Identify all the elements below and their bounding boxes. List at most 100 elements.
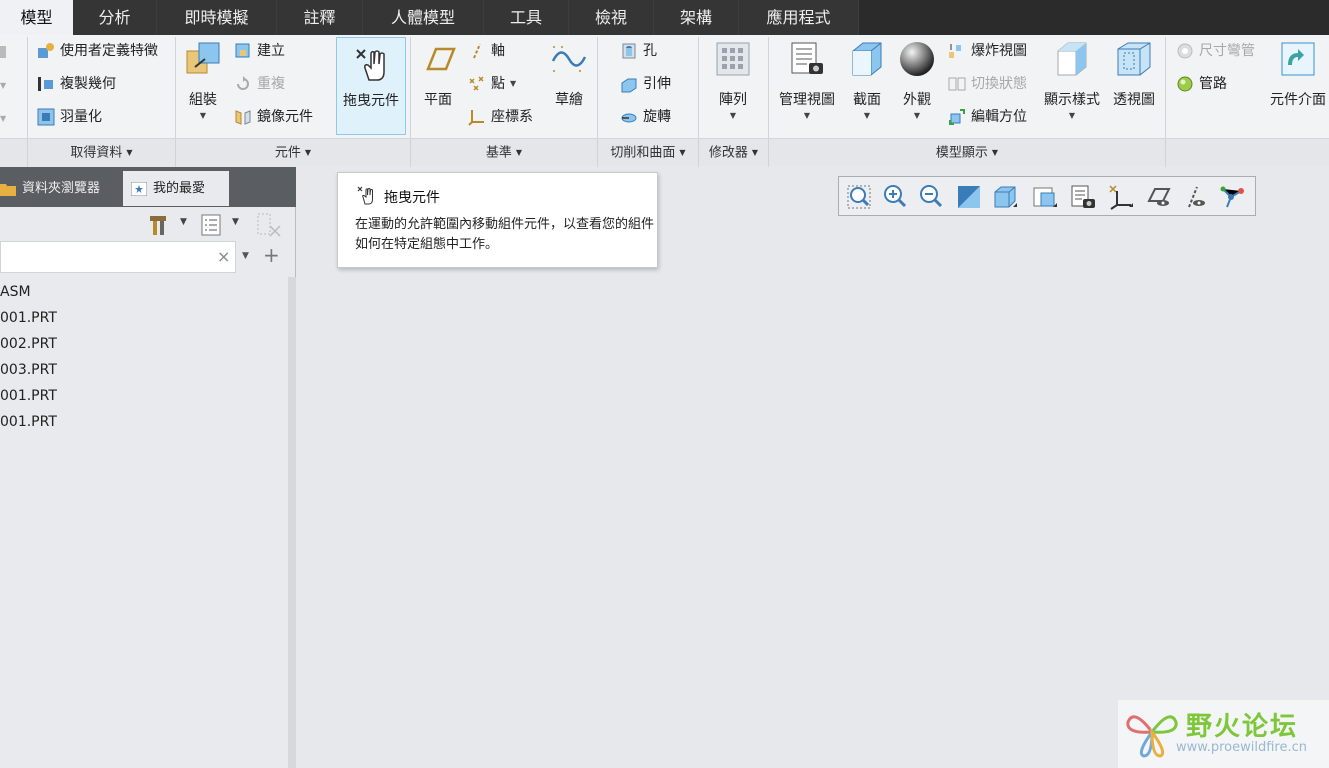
perspective-icon	[1117, 42, 1151, 76]
group-components[interactable]: 元件 ▼	[176, 139, 410, 167]
drag-components-button[interactable]: 拖曳元件	[336, 37, 406, 135]
group-get-data[interactable]: 取得資料 ▼	[28, 139, 175, 167]
section-button[interactable]: 截面 ▼	[846, 39, 888, 120]
appearance-dropdown-icon[interactable]: ▼	[896, 111, 938, 120]
axis-button[interactable]: 軸	[468, 40, 505, 62]
separator	[597, 139, 598, 167]
repaint-icon[interactable]	[955, 183, 983, 211]
hole-button[interactable]: 孔	[620, 40, 657, 62]
settings-dropdown-icon[interactable]: ▼	[232, 217, 239, 227]
assemble-button[interactable]: 組裝 ▼	[180, 39, 226, 120]
coordinate-system-button[interactable]: 座標系	[468, 106, 533, 128]
group-model-display[interactable]: 模型顯示 ▼	[769, 139, 1165, 167]
tools-dropdown-icon[interactable]: ▼	[180, 217, 187, 227]
drag-hand-icon	[356, 49, 385, 81]
component-interface-icon	[1281, 42, 1315, 76]
refit-icon[interactable]	[845, 183, 873, 211]
revolve-icon	[621, 113, 637, 123]
tab-model[interactable]: 模型	[0, 0, 73, 35]
clear-search-icon[interactable]: ×	[217, 247, 230, 266]
tab-folder-browser[interactable]: 資料夾瀏覽器	[0, 171, 121, 206]
chevron-down-icon: ▼	[991, 148, 999, 157]
tools-icon[interactable]	[148, 214, 168, 236]
tree-item[interactable]: 001.PRT	[0, 383, 288, 409]
zoom-in-icon[interactable]	[881, 183, 909, 211]
plane-button[interactable]: 平面	[416, 39, 460, 109]
tree-item[interactable]: 002.PRT	[0, 331, 288, 357]
component-interface-button[interactable]: 元件介面	[1266, 39, 1329, 109]
explode-view-button[interactable]: 爆炸視圖	[948, 40, 1027, 62]
group-modifiers-label: 修改器	[708, 145, 748, 161]
revolve-button[interactable]: 旋轉	[620, 106, 671, 128]
section-dropdown-icon[interactable]: ▼	[846, 111, 888, 120]
tree-item[interactable]: ASM	[0, 279, 288, 305]
separator	[175, 139, 176, 167]
tab-manikin[interactable]: 人體模型	[363, 0, 484, 35]
display-style-icon	[1057, 42, 1087, 76]
tab-annotate[interactable]: 註釋	[277, 0, 363, 35]
watermark-title: 野火论坛	[1186, 712, 1299, 742]
sketch-button[interactable]: 草繪	[548, 39, 590, 109]
manage-views-dropdown-icon[interactable]: ▼	[776, 111, 838, 120]
repeat-label: 重複	[257, 76, 285, 92]
shrinkwrap-button[interactable]: 羽量化	[37, 106, 102, 128]
copy-geometry-button[interactable]: 複製幾何	[37, 73, 116, 95]
piping-button[interactable]: 管路	[1176, 73, 1227, 95]
perspective-button[interactable]: 透視圖	[1110, 39, 1158, 109]
tab-view[interactable]: 檢視	[569, 0, 654, 35]
display-style-button[interactable]: 顯示樣式 ▼	[1040, 39, 1104, 120]
group-modifiers[interactable]: 修改器 ▼	[699, 139, 768, 167]
model-tree: ASM 001.PRT 002.PRT 003.PRT 001.PRT 001.…	[0, 279, 288, 435]
repeat-button[interactable]: 重複	[234, 73, 285, 95]
group-cut-surface[interactable]: 切削和曲面 ▼	[598, 139, 698, 167]
manage-views-icon	[791, 42, 823, 74]
appearance-button[interactable]: 外觀 ▼	[896, 39, 938, 120]
plane-display-icon[interactable]	[1145, 183, 1173, 211]
csys-label: 座標系	[491, 109, 533, 125]
create-label: 建立	[257, 43, 285, 59]
tree-item[interactable]: 001.PRT	[0, 305, 288, 331]
create-button[interactable]: 建立	[234, 40, 285, 62]
navigator-scrollbar[interactable]	[288, 277, 296, 768]
point-dropdown-icon[interactable]: ▼	[510, 79, 516, 88]
tree-item[interactable]: 001.PRT	[0, 409, 288, 435]
mirror-component-button[interactable]: 鏡像元件	[234, 106, 313, 128]
dimension-bend-button[interactable]: 尺寸彎管	[1176, 40, 1255, 62]
extrude-button[interactable]: 引伸	[620, 73, 671, 95]
axis-display-icon[interactable]	[1181, 183, 1209, 211]
display-style-dropdown-icon[interactable]: ▼	[1040, 111, 1104, 120]
group-datum[interactable]: 基準 ▼	[411, 139, 597, 167]
display-style-label: 顯示樣式	[1044, 92, 1100, 108]
spin-center-icon[interactable]	[1217, 183, 1245, 211]
saved-orientations-icon[interactable]	[991, 183, 1019, 211]
point-button[interactable]: 點 ▼	[468, 73, 516, 95]
assemble-dropdown-icon[interactable]: ▼	[180, 111, 226, 120]
navigator-search-input[interactable]: ×	[0, 241, 236, 273]
edit-position-button[interactable]: 編輯方位	[948, 106, 1027, 128]
view-manager-icon[interactable]	[1031, 183, 1059, 211]
favorites-label: 我的最愛	[153, 181, 206, 196]
tree-item[interactable]: 003.PRT	[0, 357, 288, 383]
tab-favorites[interactable]: 我的最愛	[123, 171, 229, 206]
search-dropdown-icon[interactable]: ▼	[242, 251, 249, 261]
manage-views-button[interactable]: 管理視圖 ▼	[776, 39, 838, 120]
drag-hand-icon	[357, 186, 373, 205]
graphics-toolbar	[838, 176, 1256, 216]
tab-analysis[interactable]: 分析	[73, 0, 157, 35]
pattern-dropdown-icon[interactable]: ▼	[710, 111, 756, 120]
tab-live-simulation[interactable]: 即時模擬	[157, 0, 277, 35]
ribbon-group-bar: 取得資料 ▼ 元件 ▼ 基準 ▼ 切削和曲面 ▼ 修改器 ▼ 模型顯示 ▼	[0, 138, 1329, 167]
piping-label: 管路	[1199, 76, 1227, 92]
toggle-status-button[interactable]: 切換狀態	[948, 73, 1027, 95]
user-defined-feature-button[interactable]: 使用者定義特徵	[37, 40, 158, 62]
datum-display-icon[interactable]	[1107, 183, 1135, 211]
show-settings-icon[interactable]	[201, 214, 221, 236]
tab-applications[interactable]: 應用程式	[739, 0, 859, 35]
pattern-button[interactable]: 陣列 ▼	[710, 39, 756, 120]
add-filter-icon[interactable]: +	[263, 243, 280, 267]
tab-tools[interactable]: 工具	[484, 0, 569, 35]
camera-icon[interactable]	[1069, 183, 1097, 211]
zoom-out-icon[interactable]	[917, 183, 945, 211]
chevron-down-icon: ▼	[126, 148, 133, 157]
tab-framework[interactable]: 架構	[654, 0, 739, 35]
